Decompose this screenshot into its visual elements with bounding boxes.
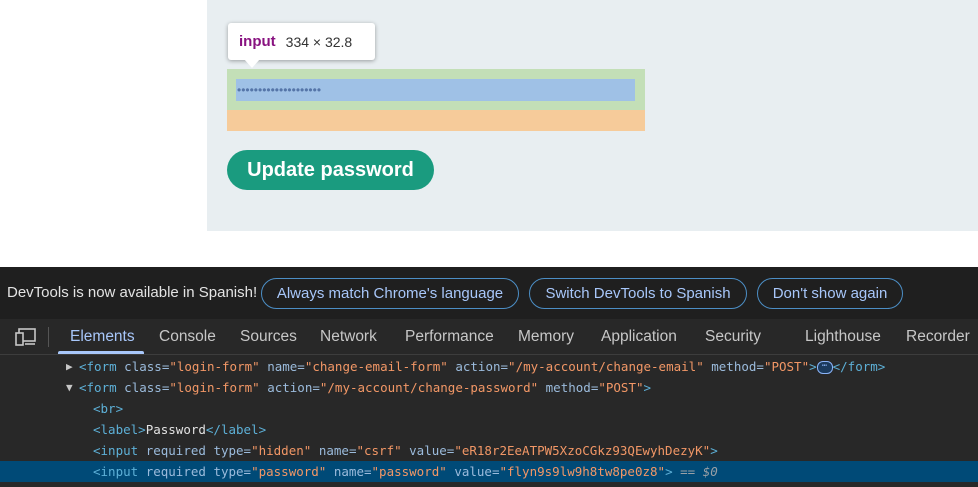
dom-attr-value: "password" [251, 464, 327, 479]
inspect-tooltip: input 334 × 32.8 [228, 23, 375, 60]
dom-node-br[interactable]: <br> [0, 398, 978, 419]
dom-tag: <label> [93, 422, 146, 437]
dom-tag: > [710, 443, 718, 458]
switch-to-spanish-button[interactable]: Switch DevTools to Spanish [529, 278, 747, 309]
dom-attr-value: "POST" [763, 359, 810, 374]
dom-dollar-zero: $0 [702, 464, 718, 479]
dom-attr-name: action [455, 359, 501, 374]
dom-tag: <input [93, 443, 139, 458]
update-password-button[interactable]: Update password [227, 150, 434, 190]
dom-attr-name: required [145, 443, 206, 458]
dom-tree: ▶ <form class="login-form" name="change-… [0, 355, 978, 487]
dom-attr-name: required [145, 464, 206, 479]
expand-triangle-icon[interactable]: ▶ [66, 356, 73, 377]
page: •••••••••••••••••••• input 334 × 32.8 Up… [0, 0, 978, 487]
dom-attr-value: "/my-account/change-email" [508, 359, 704, 374]
dom-tag: > [665, 464, 673, 479]
tab-console[interactable]: Console [159, 319, 216, 355]
dom-node-password-input-selected[interactable]: <input required type="password" name="pa… [0, 461, 978, 482]
tab-recorder[interactable]: Recorder [906, 319, 970, 355]
dom-attr-value: "change-email-form" [304, 359, 448, 374]
dom-attr-name: type [213, 464, 244, 479]
collapse-triangle-icon[interactable]: ▼ [66, 377, 73, 398]
dom-attr-name: name [267, 359, 298, 374]
dom-attr-name: method [545, 380, 591, 395]
collapsed-ellipsis-icon[interactable]: ⋯ [816, 361, 833, 374]
dom-text: Password [145, 422, 206, 437]
dom-attr-name: type [213, 443, 244, 458]
dom-tag: </form> [832, 359, 886, 374]
dom-tag: <form [79, 380, 117, 395]
dom-attr-value: "hidden" [251, 443, 312, 458]
dom-tag: > [809, 359, 817, 374]
dom-node-change-password-form[interactable]: ▼ <form class="login-form" action="/my-a… [0, 377, 978, 398]
dom-attr-name: class [124, 380, 162, 395]
tab-separator [48, 327, 49, 347]
dom-attr-value: "flyn9s9lw9h8tw8pe0z8" [499, 464, 666, 479]
device-toolbar-icon[interactable] [14, 327, 38, 347]
dom-tag: <br> [93, 401, 124, 416]
dom-tag: <input [93, 464, 139, 479]
dom-attr-value: "csrf" [356, 443, 402, 458]
dom-attr-name: action [267, 380, 313, 395]
dom-attr-value: "login-form" [169, 380, 260, 395]
dom-node-change-email-form[interactable]: ▶ <form class="login-form" name="change-… [0, 356, 978, 377]
tab-sources[interactable]: Sources [240, 319, 297, 355]
devtools-tabbar: Elements Console Sources Network Perform… [0, 319, 978, 355]
tab-security[interactable]: Security [705, 319, 761, 355]
tab-application[interactable]: Application [601, 319, 677, 355]
dom-tag: </label> [205, 422, 267, 437]
tab-elements[interactable]: Elements [70, 319, 135, 355]
always-match-language-button[interactable]: Always match Chrome's language [261, 278, 519, 309]
dom-eq: == [672, 464, 703, 479]
devtools-panel: DevTools is now available in Spanish! Al… [0, 267, 978, 487]
dom-node-csrf-input[interactable]: <input required type="hidden" name="csrf… [0, 440, 978, 461]
tab-memory[interactable]: Memory [518, 319, 574, 355]
dom-attr-name: value [454, 464, 492, 479]
tooltip-tag: input [239, 33, 276, 50]
dom-attr-name: name [318, 443, 349, 458]
dom-tag: <form [79, 359, 117, 374]
dom-attr-value: "password" [371, 464, 447, 479]
dom-attr-name: method [711, 359, 757, 374]
infobar-message: DevTools is now available in Spanish! [7, 284, 258, 301]
password-masked-value: •••••••••••••••••••• [237, 83, 322, 97]
active-tab-indicator [58, 351, 144, 354]
dom-tag: > [643, 380, 652, 395]
tooltip-dimensions: 334 × 32.8 [285, 33, 353, 50]
dom-attr-name: name [333, 464, 364, 479]
tab-lighthouse[interactable]: Lighthouse [805, 319, 881, 355]
dom-attr-value: "eR18r2EeATPW5XzoCGkz93QEwyhDezyK" [454, 443, 711, 458]
tab-network[interactable]: Network [320, 319, 377, 355]
language-infobar: DevTools is now available in Spanish! Al… [0, 267, 978, 319]
dom-attr-name: value [409, 443, 447, 458]
dom-node-label[interactable]: <label>Password</label> [0, 419, 978, 440]
dom-attr-value: "/my-account/change-password" [319, 380, 539, 395]
dont-show-again-button[interactable]: Don't show again [757, 278, 903, 309]
dom-attr-name: class [124, 359, 162, 374]
tooltip-arrow [244, 59, 260, 68]
dom-attr-value: "POST" [598, 380, 644, 395]
dom-attr-value: "login-form" [169, 359, 260, 374]
tab-performance[interactable]: Performance [405, 319, 494, 355]
